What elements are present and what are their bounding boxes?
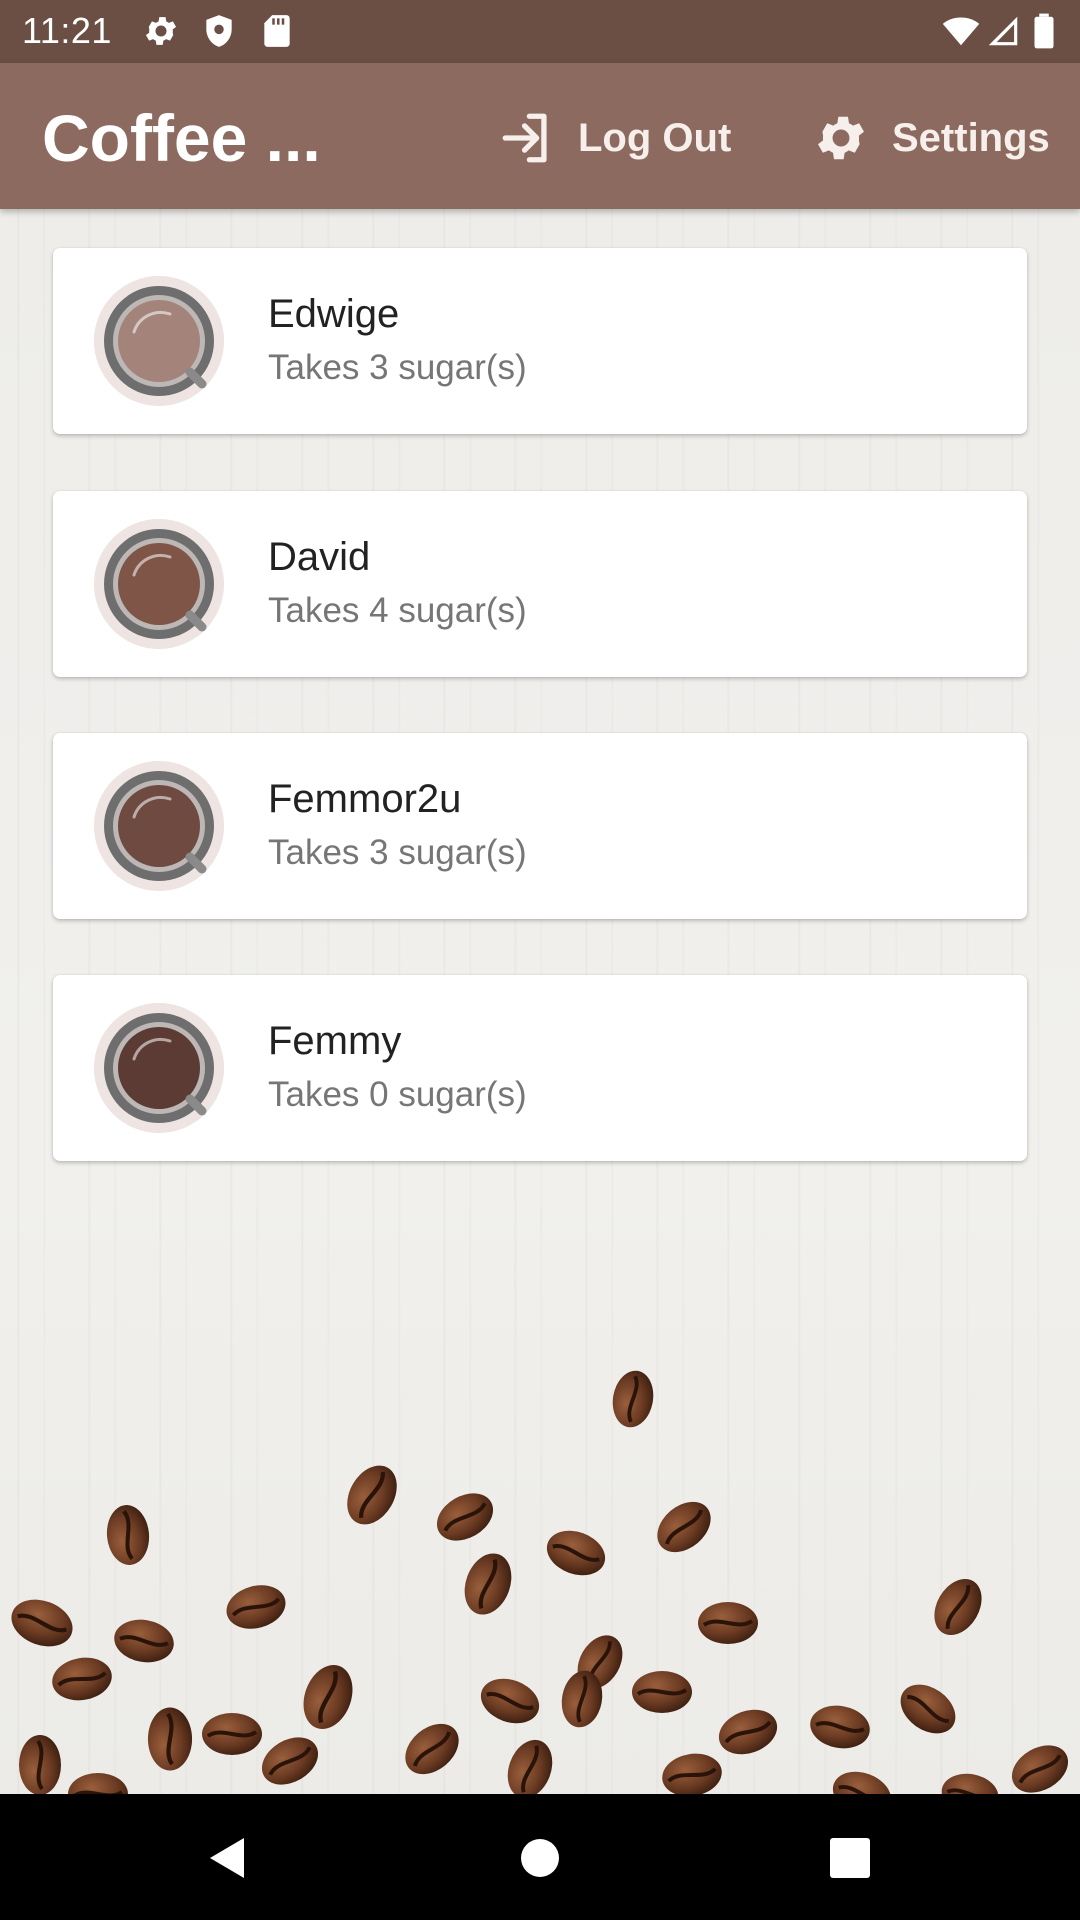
signal-icon (984, 12, 1022, 50)
person-card[interactable]: David Takes 4 sugar(s) (53, 491, 1027, 677)
sd-card-icon (258, 12, 296, 50)
logout-button[interactable]: Log Out (498, 103, 731, 173)
person-card[interactable]: Femmor2u Takes 3 sugar(s) (53, 733, 1027, 919)
status-time: 11:21 (22, 10, 112, 51)
wifi-icon (942, 12, 980, 50)
gear-icon (142, 12, 180, 50)
navigation-bar (0, 1794, 1080, 1920)
sugar-count: Takes 4 sugar(s) (268, 591, 527, 630)
recents-button[interactable] (810, 1818, 890, 1898)
settings-button[interactable]: Settings (812, 103, 1050, 173)
home-button[interactable] (500, 1818, 580, 1898)
logout-icon (498, 109, 556, 167)
coffee-mug-icon (94, 1003, 224, 1133)
gear-icon (812, 109, 870, 167)
back-button[interactable] (186, 1818, 266, 1898)
back-icon (186, 1818, 266, 1898)
coffee-mug-icon (94, 276, 224, 406)
person-card[interactable]: Edwige Takes 3 sugar(s) (53, 248, 1027, 434)
app-bar: Coffee ... Log Out Settings (0, 63, 1080, 209)
home-icon (500, 1818, 580, 1898)
person-name: David (268, 535, 371, 579)
person-name: Edwige (268, 292, 400, 336)
battery-icon (1030, 12, 1058, 50)
logout-label: Log Out (578, 115, 732, 160)
sugar-count: Takes 0 sugar(s) (268, 1075, 527, 1114)
person-name: Femmy (268, 1019, 402, 1063)
recents-icon (810, 1818, 890, 1898)
status-bar: 11:21 (0, 0, 1080, 63)
sugar-count: Takes 3 sugar(s) (268, 348, 527, 387)
sugar-count: Takes 3 sugar(s) (268, 833, 527, 872)
coffee-mug-icon (94, 761, 224, 891)
coffee-mug-icon (94, 519, 224, 649)
app-title: Coffee ... (42, 101, 321, 175)
shield-icon (200, 12, 238, 50)
person-card[interactable]: Femmy Takes 0 sugar(s) (53, 975, 1027, 1161)
settings-label: Settings (892, 115, 1050, 160)
person-name: Femmor2u (268, 777, 462, 821)
